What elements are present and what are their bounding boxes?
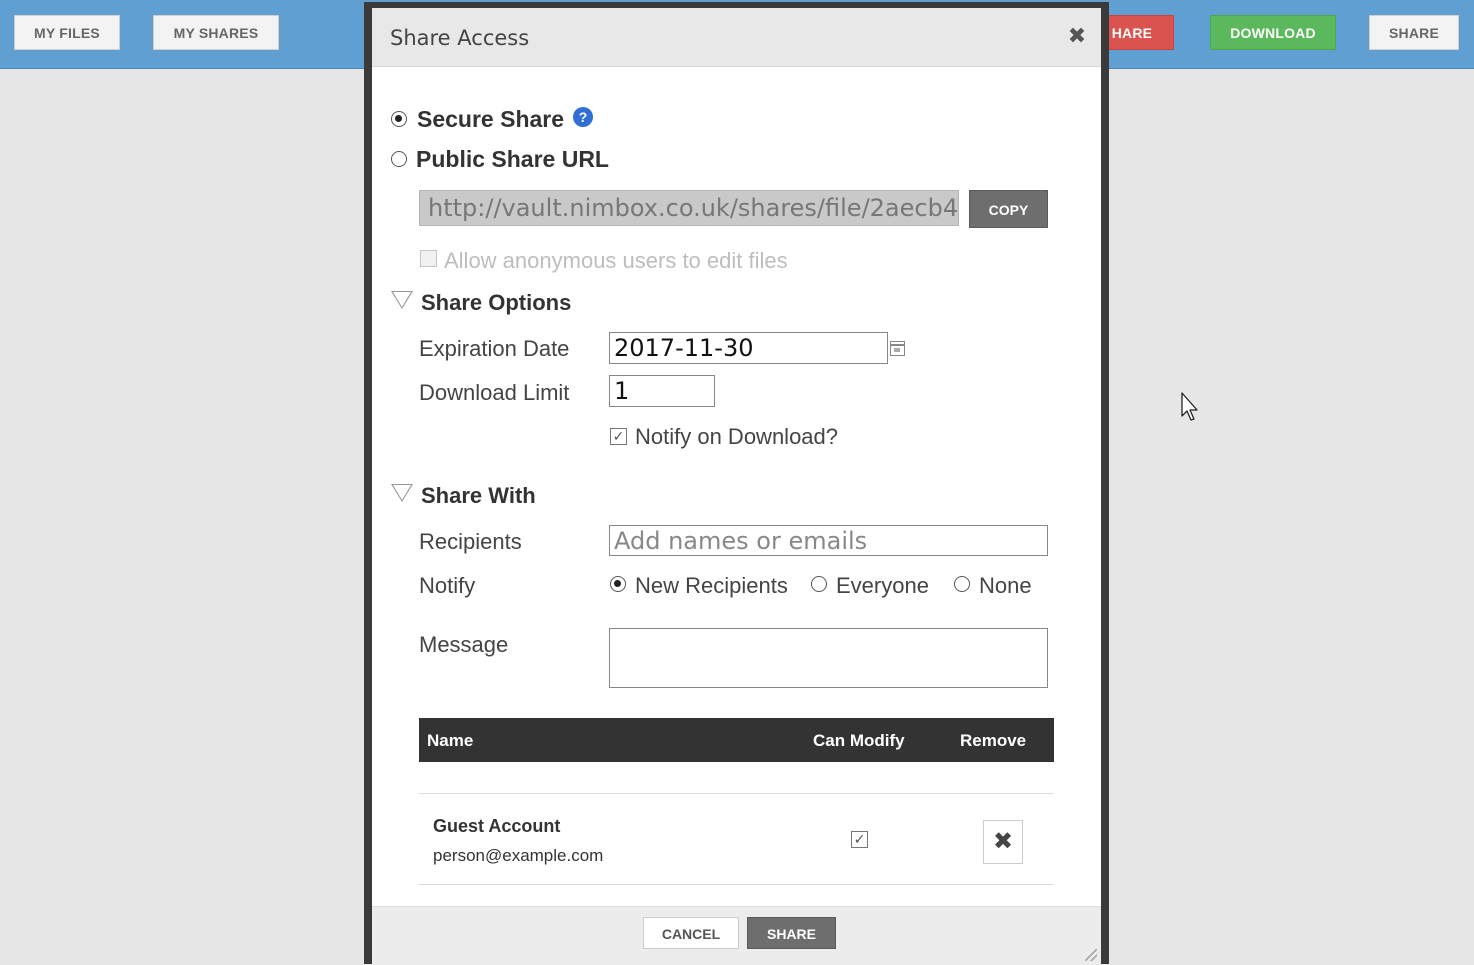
download-limit-label: Download Limit bbox=[419, 380, 570, 405]
allow-anonymous-checkbox[interactable] bbox=[420, 250, 437, 267]
help-icon[interactable]: ? bbox=[573, 107, 593, 127]
download-limit-input[interactable]: 1 bbox=[609, 375, 715, 407]
notify-new-recipients-label: New Recipients bbox=[635, 573, 788, 598]
my-files-button[interactable]: MY FILES bbox=[14, 15, 120, 50]
allow-anonymous-label: Allow anonymous users to edit files bbox=[444, 248, 788, 273]
my-shares-button[interactable]: MY SHARES bbox=[153, 15, 279, 50]
dialog-header: Share Access ✖ bbox=[372, 8, 1101, 67]
collapse-triangle-icon[interactable] bbox=[391, 484, 413, 502]
recipient-name: Guest Account bbox=[433, 816, 561, 836]
calendar-icon[interactable] bbox=[890, 341, 905, 356]
secure-share-label: Secure Share bbox=[417, 106, 565, 132]
share-access-dialog: Share Access ✖ Secure Share ? Public Sha… bbox=[364, 2, 1109, 965]
collapse-triangle-icon[interactable] bbox=[391, 291, 413, 309]
resize-grip-icon[interactable] bbox=[1085, 949, 1097, 961]
notify-none-radio[interactable] bbox=[954, 576, 970, 592]
share-with-title: Share With bbox=[421, 483, 536, 508]
download-button[interactable]: DOWNLOAD bbox=[1210, 15, 1336, 50]
expiration-date-label: Expiration Date bbox=[419, 336, 570, 361]
notify-new-recipients-radio[interactable] bbox=[610, 576, 626, 592]
expiration-date-input[interactable]: 2017-11-30 bbox=[609, 332, 888, 364]
public-share-radio[interactable] bbox=[391, 151, 407, 167]
column-header-can-modify[interactable]: Can Modify bbox=[813, 731, 905, 751]
recipients-table-header: Name Can Modify Remove bbox=[419, 718, 1054, 762]
dialog-footer: CANCEL SHARE bbox=[372, 906, 1101, 965]
message-textarea[interactable] bbox=[609, 628, 1048, 688]
cancel-button[interactable]: CANCEL bbox=[643, 917, 739, 949]
public-url-field[interactable]: http://vault.nimbox.co.uk/shares/file/2a… bbox=[419, 190, 959, 226]
close-icon[interactable]: ✖ bbox=[1067, 24, 1087, 48]
table-row: Guest Account person@example.com ✓ ✖ bbox=[419, 793, 1054, 885]
message-label: Message bbox=[419, 632, 509, 657]
notify-on-download-label: Notify on Download? bbox=[635, 424, 839, 449]
secure-share-radio[interactable] bbox=[391, 111, 407, 127]
remove-recipient-button[interactable]: ✖ bbox=[983, 820, 1023, 864]
notify-everyone-label: Everyone bbox=[836, 573, 929, 598]
notify-none-label: None bbox=[979, 573, 1032, 598]
share-button[interactable]: SHARE bbox=[747, 917, 836, 949]
mouse-cursor-icon bbox=[1181, 392, 1198, 421]
recipient-email: person@example.com bbox=[433, 846, 604, 865]
notify-on-download-checkbox[interactable]: ✓ bbox=[610, 428, 627, 445]
copy-button[interactable]: COPY bbox=[969, 190, 1048, 228]
can-modify-checkbox[interactable]: ✓ bbox=[851, 831, 868, 848]
share-options-title: Share Options bbox=[421, 290, 572, 315]
recipients-input[interactable]: Add names or emails bbox=[609, 525, 1048, 556]
column-header-name[interactable]: Name bbox=[427, 731, 473, 751]
notify-everyone-radio[interactable] bbox=[811, 576, 827, 592]
recipients-label: Recipients bbox=[419, 529, 522, 554]
public-share-label: Public Share URL bbox=[416, 146, 609, 172]
column-header-remove[interactable]: Remove bbox=[960, 731, 1026, 751]
dialog-body: Share Access ✖ Secure Share ? Public Sha… bbox=[372, 8, 1101, 965]
notify-label: Notify bbox=[419, 573, 476, 598]
dialog-title: Share Access bbox=[390, 26, 530, 50]
share-toolbar-button[interactable]: SHARE bbox=[1369, 15, 1459, 50]
